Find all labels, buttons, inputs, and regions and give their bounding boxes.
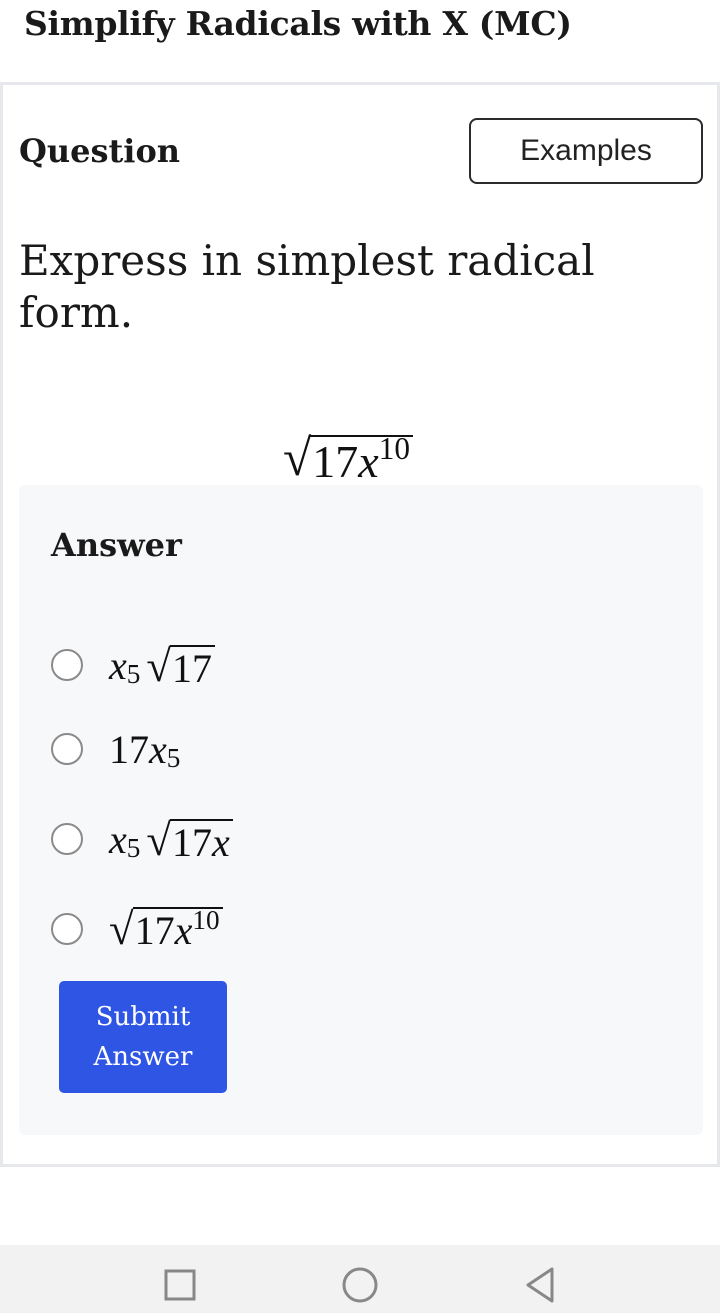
answer-option-2[interactable]: 17 x 5: [51, 719, 180, 779]
question-label: Question: [19, 132, 181, 170]
circle-icon[interactable]: [340, 1265, 380, 1305]
system-nav-bar: [0, 1245, 720, 1313]
question-card: Question Examples Express in simplest ra…: [0, 82, 720, 1167]
question-expression: √ 17x10: [283, 433, 413, 485]
option-expression: x5 √ 17: [109, 642, 215, 689]
answer-label: Answer: [51, 526, 182, 564]
answer-option-4[interactable]: √ 17x10: [51, 899, 223, 959]
answer-option-3[interactable]: x5 √ 17x: [51, 809, 233, 869]
page-title: Simplify Radicals with X (MC): [24, 4, 572, 43]
radio-button[interactable]: [51, 913, 83, 945]
radical: √ 17x10: [283, 433, 413, 485]
radio-button[interactable]: [51, 733, 83, 765]
answer-option-1[interactable]: x5 √ 17: [51, 635, 215, 695]
submit-answer-button[interactable]: Submit Answer: [59, 981, 227, 1093]
answer-panel: Answer x5 √ 17 17 x 5 x5 √ 17x √ 17x10 S…: [19, 485, 703, 1135]
radio-button[interactable]: [51, 823, 83, 855]
radio-button[interactable]: [51, 649, 83, 681]
square-icon[interactable]: [160, 1265, 200, 1305]
examples-button[interactable]: Examples: [469, 118, 703, 184]
triangle-back-icon[interactable]: [522, 1265, 562, 1305]
question-prompt: Express in simplest radical form.: [19, 236, 595, 337]
option-expression: √ 17x10: [109, 906, 223, 952]
option-expression: 17 x 5: [109, 726, 181, 773]
option-expression: x5 √ 17x: [109, 816, 233, 863]
